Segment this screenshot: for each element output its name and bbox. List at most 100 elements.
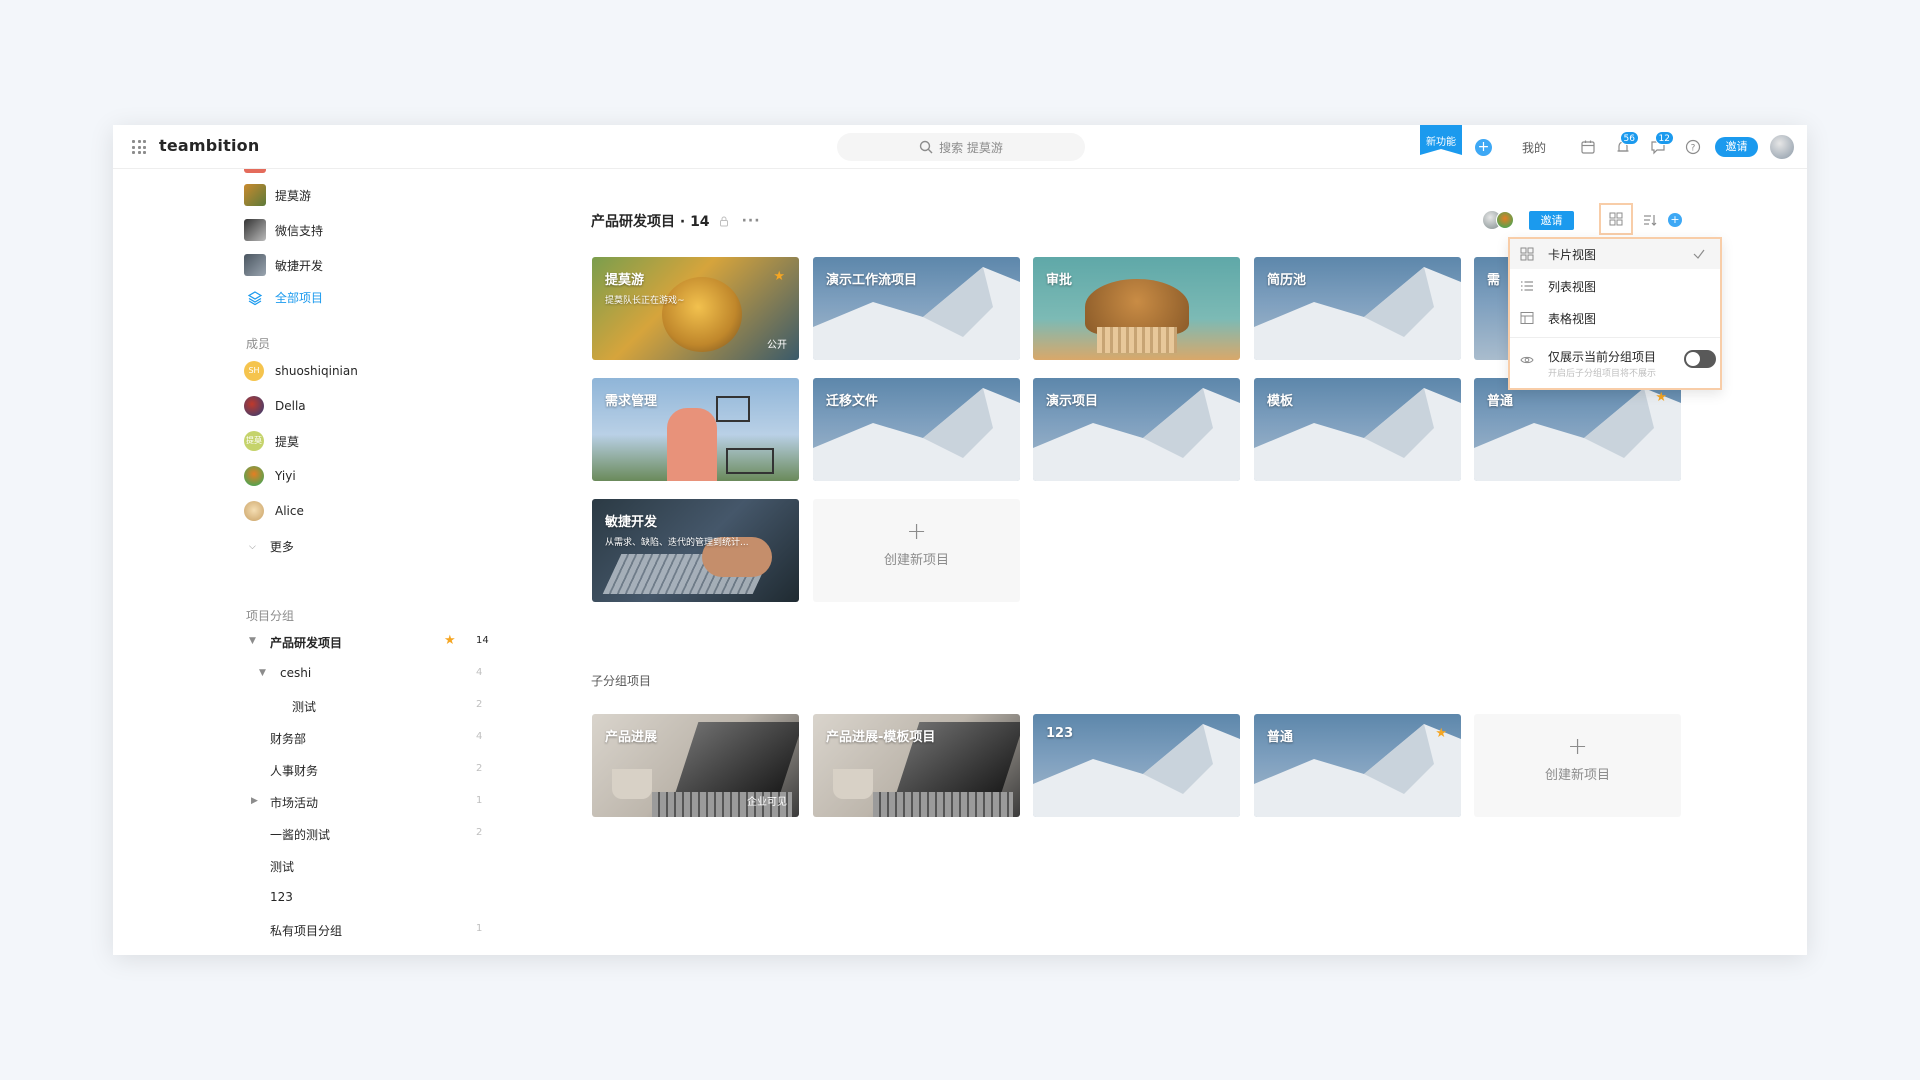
avatar: [244, 396, 264, 416]
project-cover-art: [716, 396, 750, 422]
member-row[interactable]: Alice: [244, 501, 304, 521]
project-card-title: 迁移文件: [826, 394, 879, 409]
main-invite-button[interactable]: 邀请: [1529, 211, 1574, 230]
mine-link[interactable]: 我的: [1522, 139, 1546, 156]
card-view-icon: [1609, 212, 1623, 226]
project-cover-art: [833, 769, 873, 799]
group-label: 人事财务: [270, 764, 319, 778]
project-card-title: 需求管理: [605, 394, 658, 409]
project-thumbnail: [244, 184, 266, 206]
star-icon[interactable]: ★: [773, 269, 785, 284]
group-row-marketing[interactable]: ▶ 市场活动 1: [113, 792, 553, 812]
group-label: 一酱的测试: [270, 828, 331, 842]
create-subproject-card[interactable]: + 创建新项目: [1474, 714, 1681, 817]
avatar: 提莫: [244, 431, 264, 451]
project-card[interactable]: 迁移文件: [813, 378, 1020, 481]
group-row-finance[interactable]: 财务部 4: [113, 728, 553, 748]
project-card[interactable]: 审批: [1033, 257, 1240, 360]
sidebar-project-agile[interactable]: 敏捷开发: [244, 254, 323, 276]
page-title-text: 产品研发项目 · 14: [591, 214, 710, 230]
members-heading: 成员: [246, 337, 271, 351]
search-placeholder: 搜索 提莫游: [939, 140, 1003, 155]
calendar-icon[interactable]: [1578, 137, 1598, 157]
sidebar-all-projects[interactable]: 全部项目: [244, 289, 323, 306]
star-icon[interactable]: ★: [444, 633, 456, 648]
members-more[interactable]: ⌵ 更多: [244, 538, 294, 555]
group-row-hr[interactable]: 人事财务 2: [113, 760, 553, 780]
star-icon[interactable]: ★: [1655, 390, 1667, 405]
member-row[interactable]: Della: [244, 396, 306, 416]
group-row-test2[interactable]: 测试: [113, 856, 553, 876]
scrolled-project-thumb: [244, 169, 266, 173]
check-icon: [1693, 249, 1705, 259]
sidebar-project-label: 敏捷开发: [275, 258, 324, 273]
project-card[interactable]: 演示项目: [1033, 378, 1240, 481]
project-card[interactable]: 提莫游 提莫队长正在游戏~ ★ 公开: [592, 257, 799, 360]
project-card[interactable]: 普通 ★: [1474, 378, 1681, 481]
eye-icon: [1520, 356, 1534, 364]
more-icon[interactable]: ···: [742, 213, 761, 229]
invite-button[interactable]: 邀请: [1715, 137, 1758, 157]
new-feature-ribbon[interactable]: 新功能: [1420, 125, 1462, 155]
groups-heading: 项目分组: [246, 609, 295, 623]
project-card[interactable]: 123: [1033, 714, 1240, 817]
menu-item-label: 卡片视图: [1548, 248, 1597, 262]
search-box[interactable]: 搜索 提莫游: [837, 133, 1085, 161]
group-label: 测试: [292, 700, 317, 714]
notification-badge: 56: [1619, 131, 1639, 145]
project-card[interactable]: 演示工作流项目: [813, 257, 1020, 360]
lock-icon[interactable]: [718, 215, 730, 227]
caret-down-icon: ▼: [259, 668, 266, 678]
sidebar: 提莫游 微信支持 敏捷开发 全部项目 成员 SH shuoshiqinian D…: [113, 169, 553, 955]
star-icon[interactable]: ★: [1435, 726, 1447, 741]
project-card[interactable]: 普通 ★: [1254, 714, 1461, 817]
group-row-123[interactable]: 123: [113, 888, 553, 908]
avatar[interactable]: [1496, 211, 1514, 229]
menu-item-label: 表格视图: [1548, 312, 1597, 326]
avatar: SH: [244, 361, 264, 381]
group-count: 2: [476, 827, 483, 838]
project-cover-art: [667, 408, 717, 481]
project-card[interactable]: 简历池: [1254, 257, 1461, 360]
sidebar-project-timoyou[interactable]: 提莫游: [244, 184, 311, 206]
only-current-toggle[interactable]: [1684, 350, 1716, 368]
member-row[interactable]: Yiyi: [244, 466, 296, 486]
inbox-button[interactable]: 12: [1648, 131, 1674, 157]
view-dropdown: 卡片视图 列表视图 表格视图 仅展示当前分组项目 开启后子分组项目将不展示: [1508, 237, 1722, 390]
project-card-title: 演示项目: [1046, 394, 1099, 409]
list-view-icon: [1521, 281, 1533, 291]
project-card[interactable]: 模板: [1254, 378, 1461, 481]
group-row-private[interactable]: 私有项目分组 1: [113, 920, 553, 940]
group-row-yijiang[interactable]: 一酱的测试 2: [113, 824, 553, 844]
view-switch-button[interactable]: [1599, 203, 1633, 235]
page-title: 产品研发项目 · 14 ···: [591, 211, 761, 231]
sidebar-project-wechat[interactable]: 微信支持: [244, 219, 323, 241]
menu-item-list-view[interactable]: 列表视图: [1510, 271, 1720, 301]
sort-icon[interactable]: [1643, 213, 1657, 227]
group-label: 市场活动: [270, 796, 319, 810]
project-card-title: 简历池: [1267, 273, 1307, 288]
project-card[interactable]: 需求管理: [592, 378, 799, 481]
help-icon[interactable]: ?: [1683, 137, 1703, 157]
menu-divider: [1510, 337, 1720, 338]
project-card[interactable]: 产品进展 企业可见: [592, 714, 799, 817]
member-row[interactable]: 提莫 提莫: [244, 431, 299, 451]
apps-grid-icon[interactable]: [132, 140, 146, 154]
add-project-icon[interactable]: +: [1668, 213, 1682, 227]
project-cover-art: [675, 722, 799, 792]
menu-item-table-view[interactable]: 表格视图: [1510, 303, 1720, 333]
group-row-test[interactable]: 测试 2: [113, 696, 553, 716]
menu-item-card-view[interactable]: 卡片视图: [1510, 239, 1720, 269]
member-row[interactable]: SH shuoshiqinian: [244, 361, 358, 381]
member-name: shuoshiqinian: [275, 364, 358, 378]
group-row-product[interactable]: ▼ 产品研发项目 ★ 14: [113, 632, 553, 652]
project-card[interactable]: 敏捷开发 从需求、缺陷、迭代的管理到统计...: [592, 499, 799, 602]
quick-add-button[interactable]: +: [1475, 139, 1492, 156]
notification-button[interactable]: 56: [1613, 131, 1639, 157]
create-project-card[interactable]: + 创建新项目: [813, 499, 1020, 602]
group-row-ceshi[interactable]: ▼ ceshi 4: [113, 664, 553, 684]
app-window: teambition 搜索 提莫游 新功能 + 我的 56 12 ? 邀请 提莫…: [113, 125, 1807, 955]
project-card[interactable]: 产品进展-模板项目: [813, 714, 1020, 817]
user-avatar[interactable]: [1770, 135, 1794, 159]
app-logo[interactable]: teambition: [159, 136, 259, 155]
